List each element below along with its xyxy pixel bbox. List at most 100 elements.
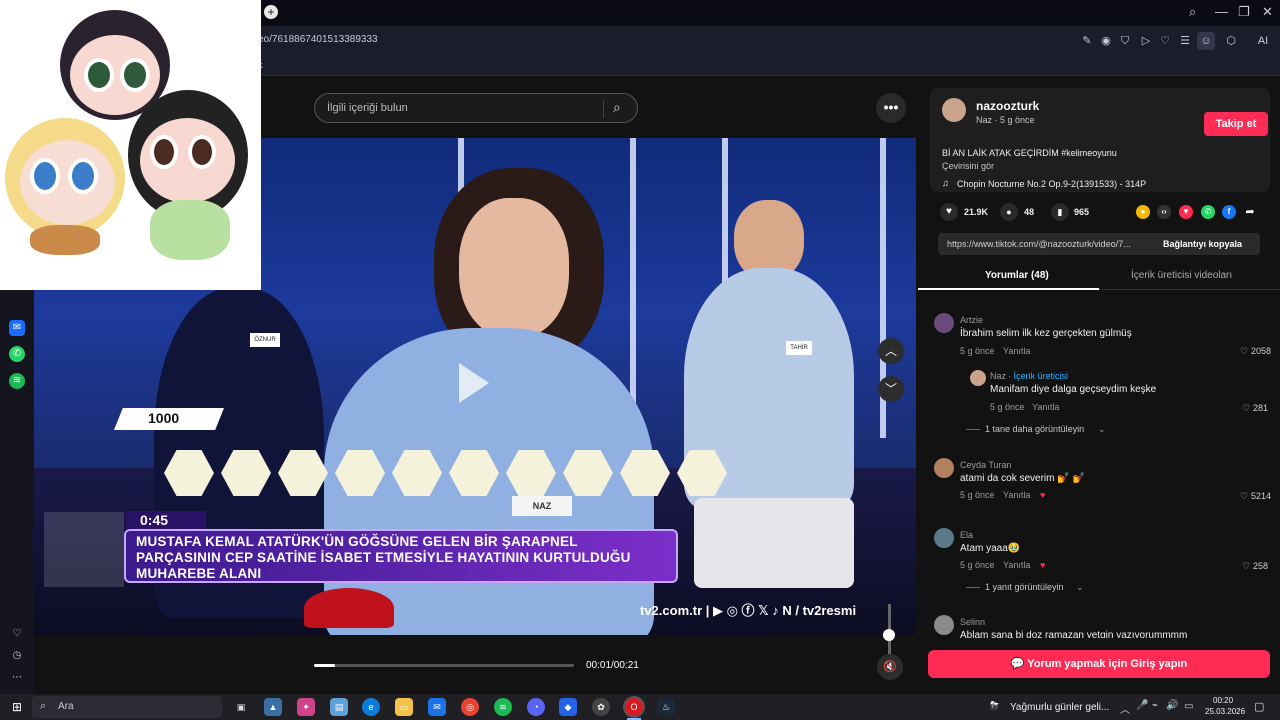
reply-button[interactable]: Yanıtla xyxy=(1003,346,1030,356)
like-icon[interactable]: ♥ xyxy=(940,203,958,221)
heart-icon[interactable]: ♡ xyxy=(1242,403,1250,414)
profile-icon[interactable]: ☺ xyxy=(1197,32,1215,50)
share-arrow-icon[interactable]: ➦ xyxy=(1243,205,1257,219)
heart-icon[interactable]: ♡ xyxy=(1242,561,1250,572)
reply-button[interactable]: Yanıtla xyxy=(1003,490,1030,500)
previous-video-button[interactable]: ︿ xyxy=(878,338,904,364)
minimize-icon[interactable]: — xyxy=(1215,4,1228,19)
opera-gx-icon[interactable]: O xyxy=(625,698,643,716)
battery-icon[interactable]: ▭ xyxy=(1184,701,1193,712)
next-video-button[interactable]: ﹀ xyxy=(878,376,904,402)
favorites-icon[interactable]: ♡ xyxy=(9,626,25,642)
new-tab-button[interactable]: + xyxy=(264,5,278,19)
comment-username[interactable]: Naz xyxy=(990,371,1006,381)
translate-link[interactable]: Çevirisini gör xyxy=(942,161,994,171)
avatar[interactable] xyxy=(934,615,954,635)
weather-text[interactable]: Yağmurlu günler geli... xyxy=(1010,702,1109,713)
spotify-icon[interactable]: ≋ xyxy=(9,373,25,389)
close-window-icon[interactable]: ✕ xyxy=(1262,4,1273,20)
app-icon[interactable]: ◆ xyxy=(559,698,577,716)
task-view-icon[interactable]: ▣ xyxy=(232,698,250,716)
discord-icon[interactable]: ◔ xyxy=(527,698,545,716)
clock-date[interactable]: 25.03.2026 xyxy=(1205,707,1245,716)
volume-icon[interactable]: 🔊 xyxy=(1166,700,1178,711)
avatar[interactable] xyxy=(934,528,954,548)
app-icon[interactable]: ✿ xyxy=(592,698,610,716)
author-avatar[interactable] xyxy=(942,98,966,122)
file-explorer-icon[interactable]: ▭ xyxy=(395,698,413,716)
heart-icon[interactable]: ♡ xyxy=(1240,346,1248,357)
mail-icon[interactable]: ✉ xyxy=(428,698,446,716)
music-title[interactable]: Chopin Nocturne No.2 Op.9-2(1391533) - 3… xyxy=(957,179,1146,189)
progress-bar[interactable] xyxy=(314,664,574,667)
play-icon[interactable] xyxy=(459,363,489,403)
more-icon[interactable]: ⋯ xyxy=(9,670,25,686)
photos-icon[interactable]: ▲ xyxy=(264,698,282,716)
spotify-icon[interactable]: ≋ xyxy=(494,698,512,716)
chevron-down-icon[interactable]: ⌄ xyxy=(1076,582,1084,593)
taskbar-search-input[interactable]: Ara xyxy=(58,701,74,712)
comment-text: Atam yaaa🥹 xyxy=(960,543,1021,554)
reply-button[interactable]: Yanıtla xyxy=(1032,402,1059,412)
view-more-replies[interactable]: 1 tane daha görüntüleyin xyxy=(985,424,1084,434)
comment-username[interactable]: Selinn xyxy=(960,617,985,627)
play-icon[interactable]: ▷ xyxy=(1137,32,1155,50)
menu-icon[interactable]: ☰ xyxy=(1176,32,1194,50)
tab-creator-videos[interactable]: İçerik üreticisi videoları xyxy=(1131,270,1232,281)
author-username[interactable]: nazoozturk xyxy=(976,99,1039,113)
network-icon[interactable]: ⌁ xyxy=(1152,700,1158,711)
send-icon[interactable]: ▼ xyxy=(1179,205,1193,219)
steam-icon[interactable]: ♨ xyxy=(657,698,675,716)
comment-username[interactable]: Artzie xyxy=(960,315,983,325)
weather-icon[interactable]: ⛈ xyxy=(990,700,999,713)
shield-icon[interactable]: ⛉ xyxy=(1116,32,1134,50)
search-input[interactable]: İlgili içeriği bulun xyxy=(327,102,408,114)
more-options-button[interactable]: ••• xyxy=(876,93,906,123)
coin-icon[interactable]: ● xyxy=(1136,205,1150,219)
restore-icon[interactable]: ❐ xyxy=(1238,4,1250,20)
copilot-icon[interactable]: ✦ xyxy=(297,698,315,716)
ai-button[interactable]: AI xyxy=(1250,32,1276,50)
microphone-icon[interactable]: 🎤 xyxy=(1136,700,1148,711)
avatar[interactable] xyxy=(970,370,986,386)
bookmark-icon[interactable]: ▮ xyxy=(1051,203,1069,221)
tab-comments[interactable]: Yorumlar (48) xyxy=(985,270,1049,281)
url-text[interactable]: eo/7618867401513389333 xyxy=(258,34,378,45)
comment-username[interactable]: Ela xyxy=(960,530,973,540)
search-tabs-icon[interactable]: ⌕ xyxy=(1189,4,1196,20)
chevron-up-icon[interactable]: ︿ xyxy=(1120,701,1130,716)
edge-icon[interactable]: e xyxy=(362,698,380,716)
heart-icon[interactable]: ♡ xyxy=(1240,491,1248,502)
search-icon[interactable]: ⌕ xyxy=(613,99,621,116)
cube-icon[interactable]: ⬡ xyxy=(1222,32,1240,50)
search-bar[interactable]: İlgili içeriği bulun ⌕ xyxy=(314,93,638,123)
clock-time[interactable]: 00:20 xyxy=(1213,696,1233,705)
follow-button[interactable]: Takip et xyxy=(1204,112,1268,136)
chevron-down-icon[interactable]: ⌄ xyxy=(1098,424,1106,435)
chrome-icon[interactable]: ◎ xyxy=(461,698,479,716)
comment-username[interactable]: Ceyda Turan xyxy=(960,460,1012,470)
windows-start-icon[interactable]: ⊞ xyxy=(8,698,26,716)
volume-knob[interactable] xyxy=(883,629,895,641)
whatsapp-icon[interactable]: ✆ xyxy=(9,346,25,362)
avatar[interactable] xyxy=(934,313,954,333)
comment-icon[interactable]: ● xyxy=(1000,203,1018,221)
history-icon[interactable]: ◷ xyxy=(9,648,25,664)
mute-button[interactable]: 🔇 xyxy=(877,654,903,680)
copy-link-button[interactable]: Bağlantıyı kopyala xyxy=(1163,239,1242,249)
avatar[interactable] xyxy=(934,458,954,478)
notification-icon[interactable]: ▢ xyxy=(1254,700,1264,713)
video-link[interactable]: https://www.tiktok.com/@nazoozturk/video… xyxy=(947,239,1131,249)
camera-icon[interactable]: ◉ xyxy=(1097,32,1115,50)
messenger-icon[interactable]: ✉ xyxy=(9,320,25,336)
whatsapp-share-icon[interactable]: ✆ xyxy=(1201,205,1215,219)
embed-icon[interactable]: ‹› xyxy=(1157,205,1171,219)
edit-icon[interactable]: ✎ xyxy=(1078,32,1096,50)
view-more-replies[interactable]: 1 yanıt görüntüleyin xyxy=(985,582,1064,592)
reply-button[interactable]: Yanıtla xyxy=(1003,560,1030,570)
login-to-comment-button[interactable]: 💬 Yorum yapmak için Giriş yapın xyxy=(928,650,1270,678)
notepad-icon[interactable]: ▤ xyxy=(330,698,348,716)
heart-icon[interactable]: ♡ xyxy=(1156,32,1174,50)
facebook-share-icon[interactable]: f xyxy=(1222,205,1236,219)
taskbar-search[interactable]: ⌕ Ara xyxy=(32,696,222,718)
